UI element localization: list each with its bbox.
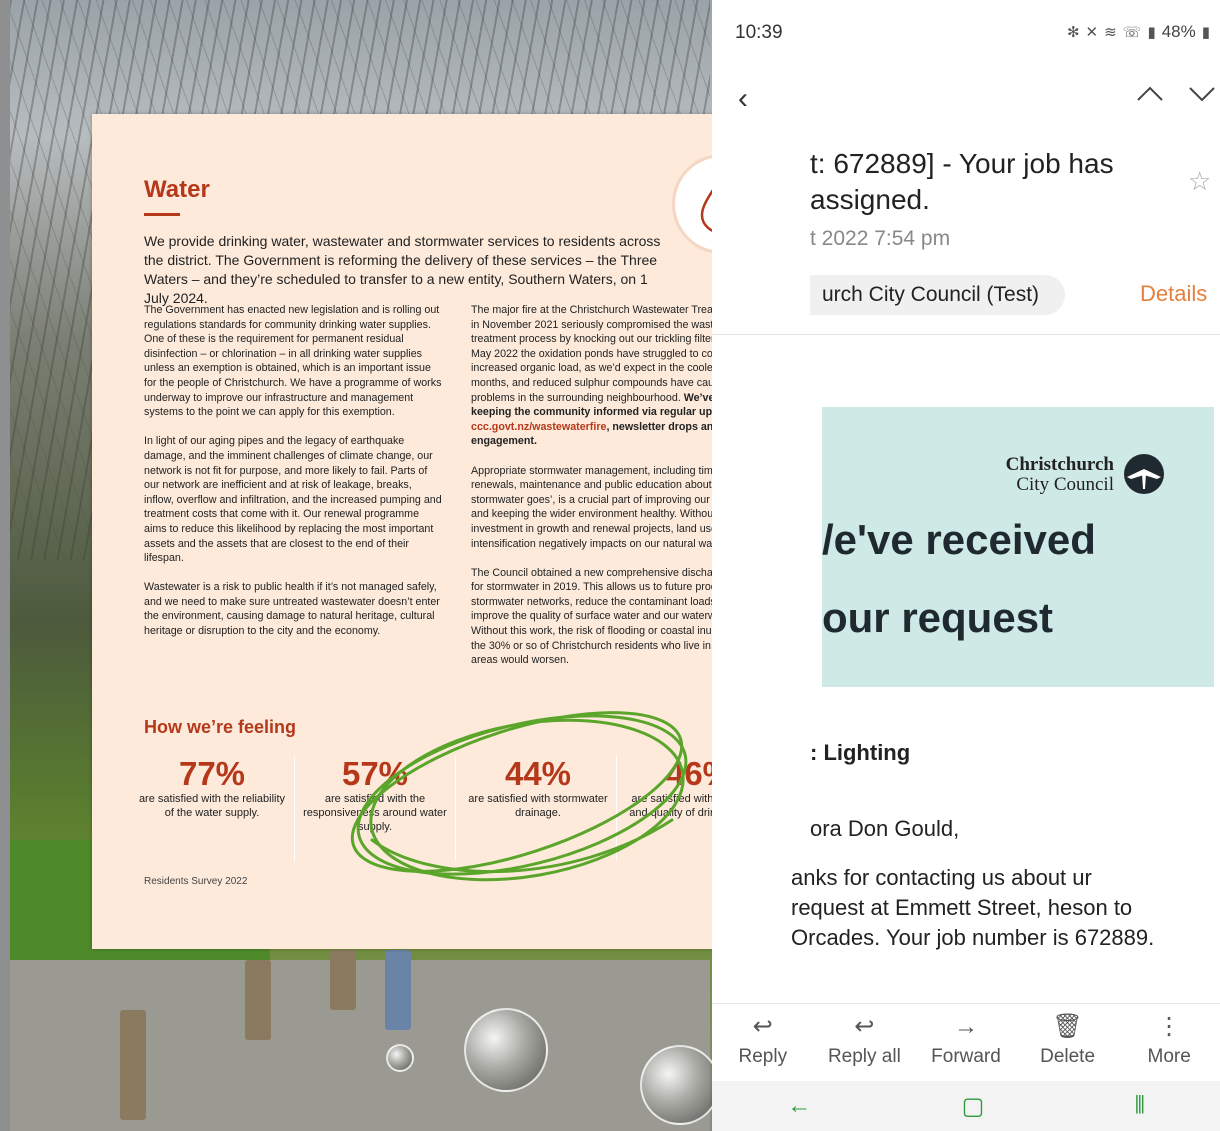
action-bar: ↩ Reply ↩ Reply all → Forward 🗑 Delete ⋮… <box>712 1003 1220 1081</box>
more-vertical-icon: ⋮ <box>1157 1013 1182 1040</box>
bubble <box>464 1008 548 1092</box>
title-underline <box>144 213 180 216</box>
email-topic: : Lighting <box>810 740 911 765</box>
battery-icon: ▮ <box>1201 24 1210 41</box>
delete-button[interactable]: 🗑 Delete <box>1017 1004 1119 1081</box>
signal-icon: ▮ <box>1147 24 1156 41</box>
green-circle-annotation <box>350 711 688 882</box>
email-body: anks for contacting us about ur request … <box>791 865 1155 950</box>
bubble <box>386 1044 414 1072</box>
battery-level: 48% <box>1161 22 1196 41</box>
header-divider <box>712 334 1220 335</box>
recents-icon[interactable]: ⫴ <box>1135 1092 1145 1120</box>
intro-paragraph: We provide drinking water, wastewater an… <box>144 233 661 306</box>
wooden-post <box>330 950 356 1010</box>
back-icon[interactable]: ← <box>787 1092 811 1120</box>
footpath <box>10 960 710 1131</box>
mute-icon: ✕ <box>1085 24 1099 41</box>
reply-label: Reply <box>738 1046 788 1067</box>
status-bar: ✻ ✕ ≋ ☏ ▮ 48% ▮ <box>1067 22 1210 42</box>
system-nav-bar: ← ▢ ⫴ <box>712 1081 1220 1131</box>
blue-pole <box>385 950 411 1030</box>
text-column-left: The Government has enacted new legislati… <box>144 303 442 653</box>
delete-label: Delete <box>1040 1046 1096 1067</box>
back-arrow-icon[interactable]: ‹ <box>738 82 748 116</box>
stat-description: are satisfied with the reliability of th… <box>138 793 286 819</box>
chevron-down-icon[interactable] <box>1188 84 1216 104</box>
email-date: t 2022 7:54 pm <box>810 227 951 250</box>
star-icon[interactable]: ☆ <box>1188 166 1211 197</box>
details-link[interactable]: Details <box>1140 281 1207 307</box>
paragraph: The Government has enacted new legislati… <box>144 304 442 419</box>
reply-all-label: Reply all <box>827 1046 901 1067</box>
forward-button[interactable]: → Forward <box>915 1004 1017 1081</box>
council-name-line2: City Council <box>1016 474 1114 495</box>
council-name-line1: Christchurch <box>1005 454 1114 475</box>
source-note: Residents Survey 2022 <box>144 876 248 887</box>
council-logo-icon <box>1124 454 1164 494</box>
banner-heading-line2: our request <box>822 594 1054 641</box>
bubble <box>640 1045 712 1125</box>
reply-icon: ↩ <box>752 1013 773 1040</box>
wooden-post <box>120 1010 146 1120</box>
email-app: 10:39 ✻ ✕ ≋ ☏ ▮ 48% ▮ ‹ t: 672889] - You… <box>712 0 1220 1131</box>
section-heading: How we’re feeling <box>144 717 297 737</box>
trash-icon: 🗑 <box>1052 1013 1083 1040</box>
wifi-calling-icon: ☏ <box>1122 24 1142 41</box>
stat-percent: 77% <box>178 755 246 792</box>
wastewaterfire-link[interactable]: ccc.govt.nz/wastewaterfire <box>471 421 606 433</box>
reply-button[interactable]: ↩ Reply <box>712 1004 814 1081</box>
email-greeting: ora Don Gould, <box>810 816 960 841</box>
reply-all-button[interactable]: ↩ Reply all <box>814 1004 916 1081</box>
bluetooth-icon: ✻ <box>1066 24 1080 41</box>
sender-chip[interactable]: urch City Council (Test) <box>810 275 1065 315</box>
paragraph: In light of our aging pipes and the lega… <box>144 435 442 565</box>
paragraph: Wastewater is a risk to public health if… <box>144 581 440 638</box>
wifi-icon: ≋ <box>1104 24 1117 41</box>
forward-icon: → <box>953 1013 978 1040</box>
home-icon[interactable]: ▢ <box>962 1092 985 1121</box>
reply-all-icon: ↩ <box>854 1013 875 1040</box>
council-wordmark: Christchurch City Council <box>988 455 1114 495</box>
stat-reliability: 77% are satisfied with the reliability o… <box>137 756 287 820</box>
banner-heading-line1: /e've received <box>822 516 1096 563</box>
wooden-post <box>245 960 271 1040</box>
photo-edge <box>0 0 10 1131</box>
chevron-up-icon[interactable] <box>1136 84 1164 104</box>
more-button[interactable]: ⋮ More <box>1118 1004 1220 1081</box>
status-time: 10:39 <box>735 22 783 43</box>
forward-label: Forward <box>931 1046 1001 1067</box>
stat-divider <box>294 756 295 861</box>
page-title: Water <box>144 176 210 203</box>
more-label: More <box>1147 1046 1191 1067</box>
email-subject: t: 672889] - Your job has assigned. <box>810 148 1114 215</box>
